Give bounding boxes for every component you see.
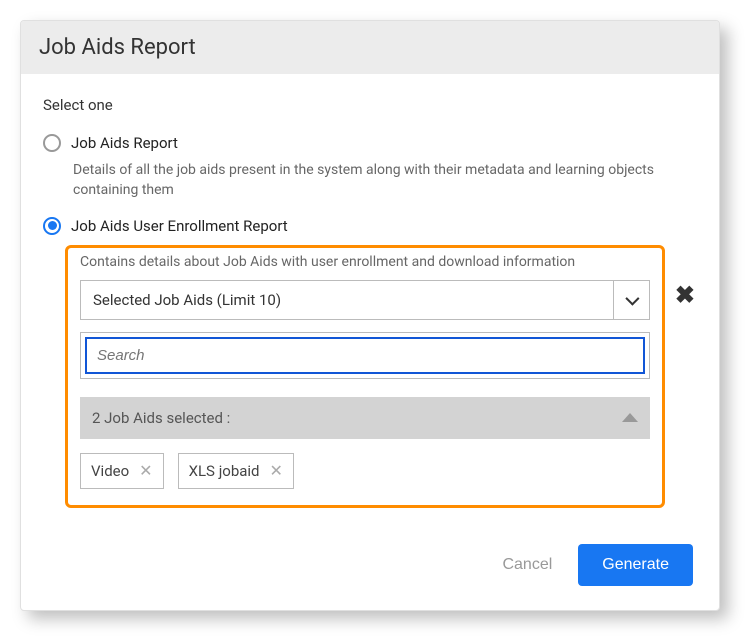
search-input[interactable] [85,337,645,374]
dropdown-label: Selected Job Aids (Limit 10) [81,281,613,319]
job-aids-report-dialog: Job Aids Report Select one Job Aids Repo… [20,20,720,611]
search-container [80,332,650,379]
radio-icon [43,134,61,152]
radio-icon [43,217,61,235]
dialog-footer: Cancel Generate [21,518,719,610]
chip-label: Video [91,462,129,480]
chevron-down-icon [613,281,649,319]
chip-xls-jobaid: XLS jobaid ✕ [178,453,294,489]
dialog-body: Select one Job Aids Report Details of al… [21,74,719,518]
remove-chip-icon[interactable]: ✕ [270,463,283,479]
select-one-label: Select one [43,96,697,114]
chip-video: Video ✕ [80,453,164,489]
chip-label: XLS jobaid [189,462,260,480]
radio-desc-job-aids-report: Details of all the job aids present in t… [73,160,697,201]
selected-chips: Video ✕ XLS jobaid ✕ [80,453,650,489]
selected-count-label: 2 Job Aids selected : [92,409,230,427]
remove-chip-icon[interactable]: ✕ [139,463,152,479]
enrollment-config-panel: Contains details about Job Aids with use… [65,245,665,508]
radio-option-user-enrollment[interactable]: Job Aids User Enrollment Report [43,217,697,235]
dialog-title: Job Aids Report [21,21,719,74]
generate-button[interactable]: Generate [578,544,693,586]
collapse-icon [622,413,638,422]
radio-desc-user-enrollment: Contains details about Job Aids with use… [80,254,650,270]
radio-label: Job Aids Report [71,134,178,152]
selected-count-bar[interactable]: 2 Job Aids selected : [80,397,650,439]
cancel-button[interactable]: Cancel [502,556,552,574]
radio-option-job-aids-report[interactable]: Job Aids Report [43,134,697,152]
job-aids-dropdown[interactable]: Selected Job Aids (Limit 10) [80,280,650,320]
radio-label: Job Aids User Enrollment Report [71,217,288,235]
clear-selection-icon[interactable]: ✖ [673,283,697,307]
